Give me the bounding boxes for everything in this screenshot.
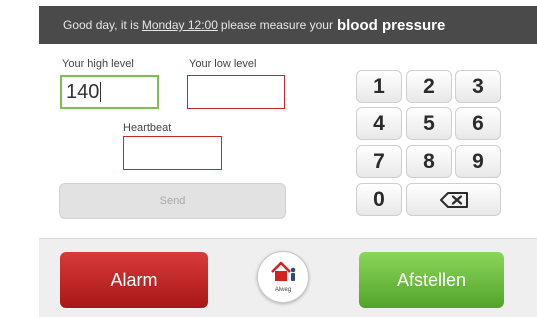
backspace-key[interactable] [406, 183, 501, 216]
key-3[interactable]: 3 [455, 70, 501, 103]
heartbeat-input[interactable] [123, 136, 222, 170]
afstellen-button[interactable]: Afstellen [359, 252, 504, 308]
app-screen: Good day, it is Monday 12:00 please meas… [39, 6, 537, 317]
banner-emphasis: blood pressure [336, 16, 446, 34]
low-level-input[interactable] [187, 75, 285, 109]
home-person-icon [271, 261, 296, 281]
home-caption: Alweg [274, 287, 292, 293]
heartbeat-label: Heartbeat [123, 122, 172, 134]
alarm-button[interactable]: Alarm [60, 252, 208, 308]
high-level-label: Your high level [62, 58, 134, 70]
low-level-label: Your low level [189, 58, 257, 70]
key-0[interactable]: 0 [356, 183, 402, 216]
banner-prefix: Good day, it is [63, 18, 139, 32]
key-9[interactable]: 9 [455, 145, 501, 178]
send-button[interactable]: Send [59, 183, 286, 219]
key-8[interactable]: 8 [406, 145, 452, 178]
key-1[interactable]: 1 [356, 70, 402, 103]
text-caret [100, 82, 102, 102]
banner-middle: please measure your [220, 18, 333, 32]
high-level-input[interactable]: 140 [60, 75, 159, 109]
key-6[interactable]: 6 [455, 107, 501, 140]
key-2[interactable]: 2 [406, 70, 452, 103]
banner-datetime: Monday 12:00 [141, 18, 218, 32]
backspace-icon [439, 191, 468, 208]
key-7[interactable]: 7 [356, 145, 402, 178]
home-button[interactable]: Alweg [257, 251, 309, 303]
key-5[interactable]: 5 [406, 107, 452, 140]
high-level-value: 140 [66, 80, 100, 103]
key-4[interactable]: 4 [356, 107, 402, 140]
greeting-banner: Good day, it is Monday 12:00 please meas… [39, 6, 537, 44]
